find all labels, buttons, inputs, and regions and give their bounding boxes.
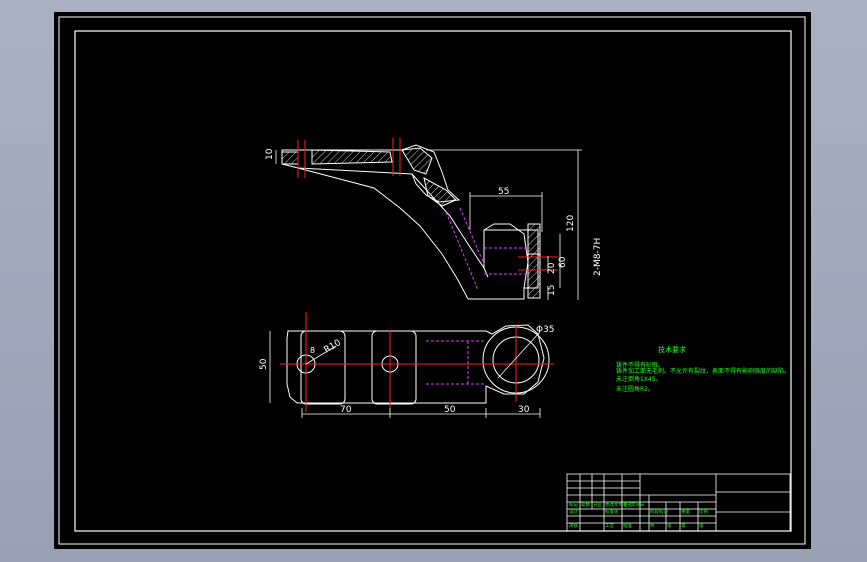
tech-requirements-title: 技术要求 <box>658 345 686 354</box>
hidden-lines-front <box>445 207 530 291</box>
hidden-lines-plan <box>426 340 486 385</box>
tech-req-item-3: 未注倒角1X45。 <box>616 375 662 383</box>
tb-label-scale: 比例 <box>699 508 708 515</box>
inner-border <box>74 30 792 532</box>
tb-label-stage: 阶段标记 <box>650 508 668 515</box>
tb-label-date: 年月日 <box>631 501 645 508</box>
tb-label-mark: 标记 <box>569 501 578 508</box>
dim-small-offset: 8 <box>310 346 315 355</box>
dim-thread-spec: 2-M8-7H <box>593 238 603 276</box>
dim-total-height: 120 <box>566 215 576 232</box>
tb-label-sheets: 张 <box>667 522 672 529</box>
outer-border <box>58 16 806 545</box>
tb-label-standard: 标准化 <box>605 508 619 515</box>
cad-drawing-canvas: 10 55 120 60 20 15 2-M8-7H 50 8 R10 70 5… <box>58 16 806 545</box>
tech-req-item-4: 未注圆角R2。 <box>616 385 654 393</box>
tb-label-count: 处数 <box>581 501 590 508</box>
tech-requirements-block: 技术要求 铸件不得有砂眼。 铸件加工面无毛刺。不允许有裂纹，表面不得有影响强度的… <box>616 345 790 393</box>
dim-span-mid: 50 <box>444 405 456 415</box>
dimension-labels-front: 10 55 120 60 20 15 2-M8-7H <box>265 148 603 296</box>
tb-label-weight: 重量 <box>681 508 690 515</box>
tb-label-number: 第 <box>681 522 686 529</box>
tb-label-review: 审核 <box>569 522 578 529</box>
dim-top-width: 55 <box>498 187 509 197</box>
dim-span-right: 30 <box>518 405 530 415</box>
dim-step-height: 20 <box>547 262 557 274</box>
tb-label-sheet: 张 <box>699 522 704 529</box>
dim-base-height: 15 <box>547 285 557 296</box>
title-block-labels: 标记 处数 分区 更改文件号 签名 年月日 设计 标准化 阶段标记 重量 比例 … <box>569 501 708 529</box>
tb-label-total: 共 <box>650 522 655 529</box>
cad-drawing-viewport[interactable]: 10 55 120 60 20 15 2-M8-7H 50 8 R10 70 5… <box>54 12 811 549</box>
tech-req-item-2: 铸件加工面无毛刺。不允许有裂纹，表面不得有影响强度的缺陷。 <box>616 367 790 375</box>
dim-hole-radius: R10 <box>323 338 344 356</box>
tb-label-design: 设计 <box>569 508 578 515</box>
front-section-view <box>281 144 541 300</box>
dimension-labels-plan: 50 8 R10 70 50 30 Φ35 <box>259 325 555 415</box>
tb-label-zone: 分区 <box>593 501 602 508</box>
dim-span-left: 70 <box>340 405 352 415</box>
dim-bore-depth: 60 <box>558 256 568 268</box>
dim-bore-diameter: Φ35 <box>536 325 555 335</box>
tb-label-approve: 批准 <box>623 522 632 529</box>
dim-top-thickness: 10 <box>265 148 275 160</box>
tb-label-process: 工艺 <box>605 523 614 529</box>
dim-plan-height: 50 <box>259 358 269 370</box>
